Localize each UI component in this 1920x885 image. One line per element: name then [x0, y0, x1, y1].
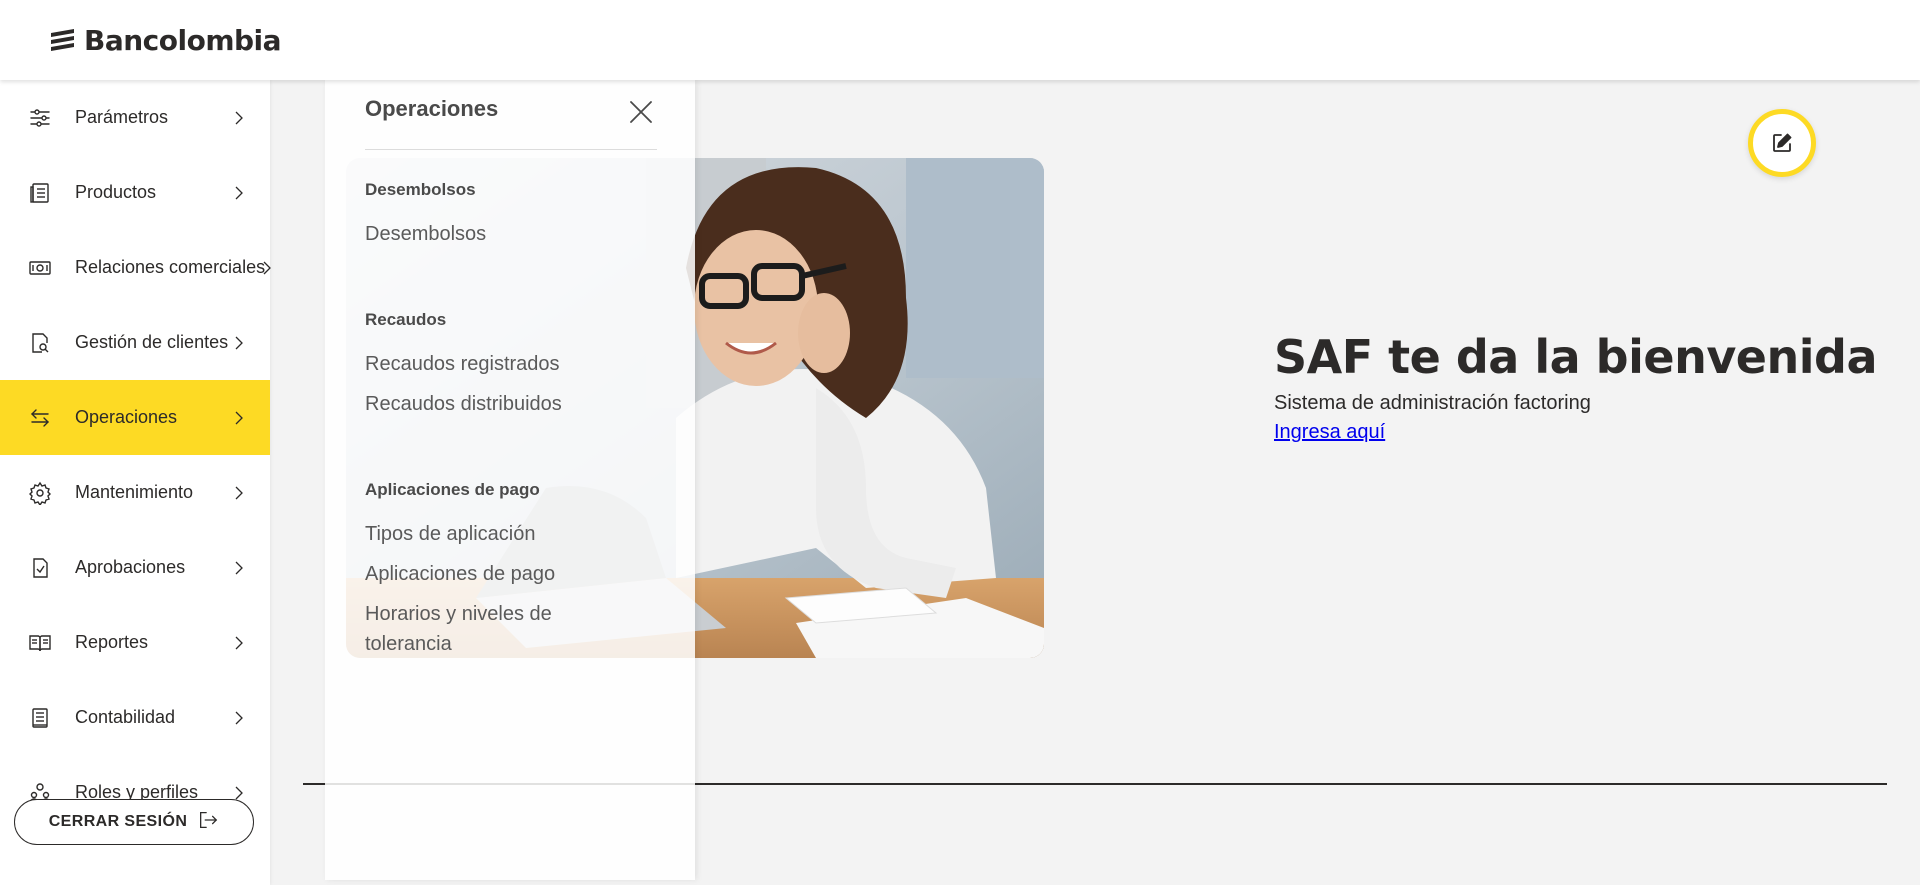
gear-icon: [27, 480, 53, 506]
flyout-title: Operaciones: [365, 96, 499, 121]
chevron-right-icon: [232, 711, 246, 725]
chevron-right-icon: [232, 186, 246, 200]
section-title-aplicaciones: Aplicaciones de pago: [365, 480, 540, 499]
sidebar-item-label: Mantenimiento: [75, 482, 194, 502]
edit-button[interactable]: [1748, 109, 1816, 177]
transfer-arrows-icon: [27, 405, 53, 431]
sidebar-item-label: Gestión de clientes: [75, 332, 229, 352]
logout-label: CERRAR SESIÓN: [48, 813, 188, 830]
sidebar-item-parametros[interactable]: Parámetros: [0, 80, 270, 155]
document-search-icon: [27, 330, 53, 356]
top-header: Bancolombia: [0, 0, 1920, 80]
flyout-separator: [365, 149, 657, 150]
edit-icon: [1773, 133, 1792, 152]
operaciones-flyout: Operaciones Desembolsos Desembolsos Reca…: [325, 80, 695, 880]
sidebar-item-label: Relaciones comerciales: [75, 257, 266, 277]
welcome-block: SAF te da la bienvenida Sistema de admin…: [1274, 330, 1878, 444]
chevron-right-icon: [232, 111, 246, 125]
sidebar-item-aprobaciones[interactable]: Aprobaciones: [0, 530, 270, 605]
chevron-right-icon: [260, 261, 274, 275]
link-desembolsos[interactable]: Desembolsos: [365, 219, 665, 249]
chevron-right-icon: [232, 411, 246, 425]
logout-button[interactable]: CERRAR SESIÓN: [14, 799, 254, 845]
chevron-right-icon: [232, 636, 246, 650]
sidebar-item-relaciones-comerciales[interactable]: Relaciones comerciales: [0, 230, 271, 305]
close-button[interactable]: [627, 98, 655, 126]
sidebar-item-label: Reportes: [75, 632, 149, 652]
sidebar-item-productos[interactable]: Productos: [0, 155, 270, 230]
sidebar-item-label: Contabilidad: [75, 707, 176, 727]
section-title-recaudos: Recaudos: [365, 310, 447, 329]
sidebar-item-contabilidad[interactable]: Contabilidad: [0, 680, 270, 755]
money-bill-icon: [27, 255, 53, 281]
close-icon: [630, 101, 652, 123]
sliders-icon: [27, 105, 53, 131]
link-tipos-aplicacion[interactable]: Tipos de aplicación: [365, 519, 665, 549]
section-title-desembolsos: Desembolsos: [365, 180, 476, 199]
sidebar: Parámetros Productos Relaciones comercia…: [0, 80, 271, 885]
sidebar-item-mantenimiento[interactable]: Mantenimiento: [0, 455, 270, 530]
chevron-right-icon: [232, 561, 246, 575]
chevron-right-icon: [232, 336, 246, 350]
sidebar-item-gestion-clientes[interactable]: Gestión de clientes: [0, 305, 270, 380]
sidebar-item-label: Aprobaciones: [75, 557, 186, 577]
open-book-icon: [27, 630, 53, 656]
bancolombia-logo-icon: [51, 29, 74, 51]
sidebar-item-reportes[interactable]: Reportes: [0, 605, 270, 680]
chevron-right-icon: [232, 486, 246, 500]
document-list-icon: [27, 180, 53, 206]
logout-icon: [197, 809, 219, 836]
ingresa-link[interactable]: Ingresa aquí: [1274, 421, 1385, 444]
sidebar-item-label: Operaciones: [75, 407, 178, 427]
document-check-icon: [27, 555, 53, 581]
link-recaudos-distribuidos[interactable]: Recaudos distribuidos: [365, 389, 665, 419]
link-aplicaciones-pago[interactable]: Aplicaciones de pago: [365, 559, 665, 589]
welcome-title: SAF te da la bienvenida: [1274, 330, 1878, 384]
chevron-right-icon: [232, 786, 246, 800]
bancolombia-logo[interactable]: Bancolombia: [48, 23, 282, 57]
link-horarios-tolerancia[interactable]: Horarios y niveles de tolerancia: [365, 599, 595, 659]
welcome-subtitle: Sistema de administración factoring: [1274, 392, 1591, 414]
link-recaudos-registrados[interactable]: Recaudos registrados: [365, 349, 665, 379]
brand-name: Bancolombia: [84, 23, 282, 57]
sidebar-item-label: Parámetros: [75, 107, 169, 127]
sidebar-item-label: Productos: [75, 182, 157, 202]
sidebar-item-operaciones[interactable]: Operaciones: [0, 380, 270, 455]
ledger-icon: [27, 705, 53, 731]
